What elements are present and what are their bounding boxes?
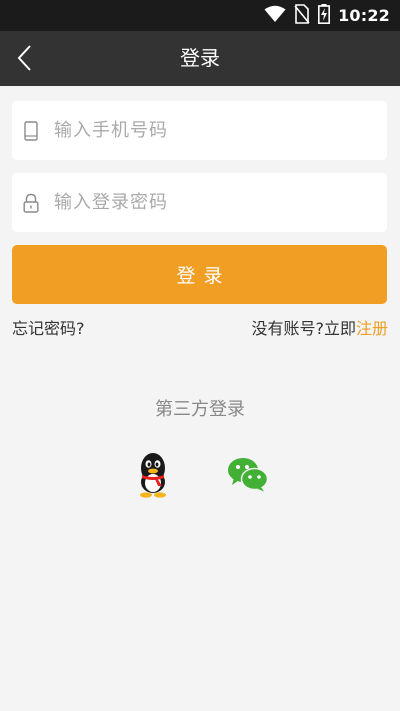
status-icons: 10:22 — [264, 0, 390, 31]
qq-login-button[interactable] — [127, 448, 179, 500]
phone-input[interactable] — [54, 120, 354, 141]
register-link[interactable]: 注册 — [356, 319, 388, 338]
app-header: 登录 — [0, 31, 400, 86]
forgot-password-link[interactable]: 忘记密码? — [12, 315, 85, 339]
register-prompt: 没有账号?立即注册 — [251, 315, 388, 339]
page-title: 登录 — [180, 46, 220, 70]
status-time: 10:22 — [338, 6, 390, 25]
login-button[interactable]: 登录 — [12, 245, 387, 304]
phone-icon — [22, 120, 40, 142]
auth-links: 忘记密码? 没有账号?立即注册 — [12, 315, 388, 339]
wechat-login-button[interactable] — [222, 448, 274, 500]
third-party-login-title: 第三方登录 — [155, 399, 245, 420]
wifi-icon — [264, 5, 286, 27]
password-input[interactable] — [54, 192, 354, 213]
phone-field[interactable] — [12, 101, 387, 160]
password-field[interactable] — [12, 173, 387, 232]
wechat-icon — [228, 458, 269, 492]
status-bar: 10:22 — [0, 0, 400, 31]
qq-icon — [140, 453, 166, 498]
lock-icon — [22, 192, 40, 214]
no-sim-icon — [294, 3, 310, 28]
battery-charging-icon — [318, 3, 331, 28]
no-account-text: 没有账号?立即 — [251, 319, 356, 338]
